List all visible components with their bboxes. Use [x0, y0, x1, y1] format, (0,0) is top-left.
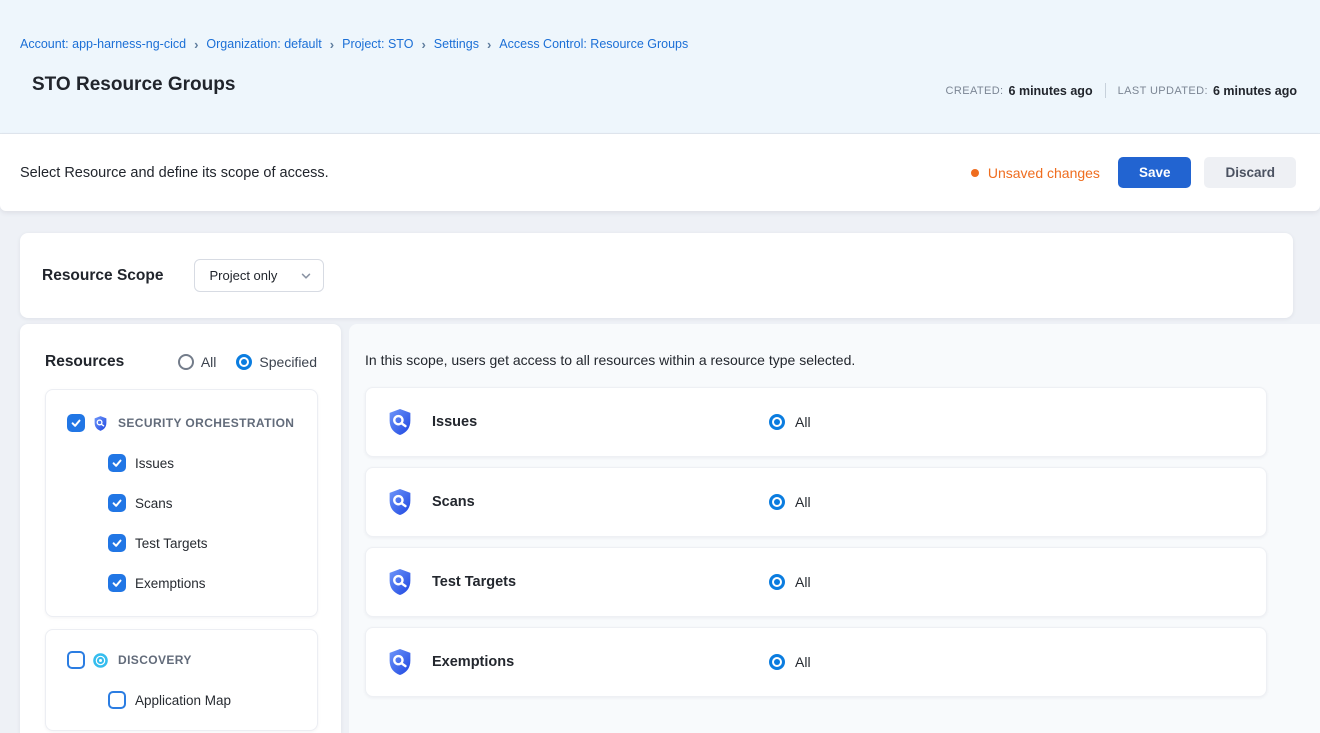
access-radio-all[interactable]: All — [769, 654, 811, 670]
application-map-checkbox[interactable] — [108, 691, 126, 709]
radio-specified-label: Specified — [259, 354, 317, 370]
sto-shield-icon — [92, 415, 109, 432]
resource-scope-label: Resource Scope — [42, 267, 163, 285]
resource-item-label: Test Targets — [135, 536, 208, 551]
sto-shield-icon — [385, 567, 415, 597]
access-radio-label: All — [795, 494, 811, 510]
unsaved-changes-dot-icon — [971, 169, 979, 177]
unsaved-changes-text: Unsaved changes — [988, 165, 1100, 181]
exemptions-checkbox[interactable] — [108, 574, 126, 592]
resource-scope-card: Resource Scope Project only — [20, 233, 1293, 318]
access-radio-label: All — [795, 414, 811, 430]
breadcrumb-link-project[interactable]: Project: STO — [342, 37, 413, 51]
breadcrumb-separator-icon: › — [194, 38, 198, 51]
radio-selected-icon[interactable] — [769, 574, 785, 590]
breadcrumb-link-account[interactable]: Account: app-harness-ng-cicd — [20, 37, 186, 51]
resource-item-exemptions: Exemptions — [108, 563, 309, 603]
resources-panel: Resources All Specified SECURITY ORCHEST… — [20, 324, 341, 733]
resource-item-label: Issues — [135, 456, 174, 471]
resources-panel-header: Resources All Specified — [20, 324, 341, 371]
resources-mode-radio-group: All Specified — [178, 354, 317, 370]
last-updated-value: 6 minutes ago — [1213, 84, 1297, 98]
breadcrumb-separator-icon: › — [330, 38, 334, 51]
resource-access-area: In this scope, users get access to all r… — [349, 324, 1320, 733]
access-radio-all[interactable]: All — [769, 574, 811, 590]
access-card-title: Test Targets — [432, 574, 516, 590]
resource-item-scans: Scans — [108, 483, 309, 523]
access-radio-label: All — [795, 574, 811, 590]
chevron-down-icon — [300, 270, 312, 282]
discovery-checkbox[interactable] — [67, 651, 85, 669]
toolbar-description: Select Resource and define its scope of … — [20, 165, 329, 181]
resources-title: Resources — [45, 353, 124, 371]
access-card-title: Issues — [432, 414, 477, 430]
access-radio-all[interactable]: All — [769, 494, 811, 510]
sto-shield-icon — [385, 647, 415, 677]
created-updated-meta: CREATED: 6 minutes ago LAST UPDATED: 6 m… — [946, 83, 1297, 98]
resource-item-label: Scans — [135, 496, 173, 511]
group-label: DISCOVERY — [118, 653, 192, 667]
breadcrumb-link-settings[interactable]: Settings — [434, 37, 479, 51]
scans-checkbox[interactable] — [108, 494, 126, 512]
toolbar-actions: Unsaved changes Save Discard — [971, 157, 1296, 188]
discard-button[interactable]: Discard — [1204, 157, 1296, 188]
created-value: 6 minutes ago — [1009, 84, 1093, 98]
group-row: SECURITY ORCHESTRATION — [67, 403, 309, 443]
resource-group-discovery: DISCOVERY Application Map — [45, 629, 318, 731]
access-radio-label: All — [795, 654, 811, 670]
access-card-title: Scans — [432, 494, 475, 510]
group-row: DISCOVERY — [67, 640, 309, 680]
access-card-title: Exemptions — [432, 654, 514, 670]
save-button[interactable]: Save — [1118, 157, 1192, 188]
resource-item-label: Application Map — [135, 693, 231, 708]
resource-item-label: Exemptions — [135, 576, 206, 591]
breadcrumb-separator-icon: › — [421, 38, 425, 51]
sto-shield-icon — [385, 407, 415, 437]
access-radio-all[interactable]: All — [769, 414, 811, 430]
access-card-exemptions: Exemptions All — [365, 627, 1267, 697]
breadcrumb-link-organization[interactable]: Organization: default — [206, 37, 321, 51]
radio-option-all[interactable]: All — [178, 354, 217, 370]
resource-item-issues: Issues — [108, 443, 309, 483]
breadcrumb-link-access-control[interactable]: Access Control: Resource Groups — [499, 37, 688, 51]
radio-specified-icon[interactable] — [236, 354, 252, 370]
resource-item-test-targets: Test Targets — [108, 523, 309, 563]
access-card-scans: Scans All — [365, 467, 1267, 537]
breadcrumb-separator-icon: › — [487, 38, 491, 51]
last-updated-label: LAST UPDATED: — [1118, 85, 1208, 97]
page-header: Account: app-harness-ng-cicd › Organizat… — [0, 0, 1320, 134]
discovery-icon — [92, 652, 109, 669]
resource-scope-dropdown[interactable]: Project only — [194, 259, 324, 292]
created-label: CREATED: — [946, 85, 1004, 97]
security-orchestration-checkbox[interactable] — [67, 414, 85, 432]
resource-scope-selected-value: Project only — [209, 268, 277, 283]
radio-all-icon[interactable] — [178, 354, 194, 370]
action-toolbar: Select Resource and define its scope of … — [0, 134, 1320, 211]
radio-all-label: All — [201, 354, 217, 370]
radio-option-specified[interactable]: Specified — [236, 354, 317, 370]
resource-access-cards: Issues All Scans All Test Targets — [365, 387, 1267, 697]
radio-selected-icon[interactable] — [769, 494, 785, 510]
resource-group-security-orchestration: SECURITY ORCHESTRATION Issues Scans Test… — [45, 389, 318, 617]
sto-shield-icon — [385, 487, 415, 517]
issues-checkbox[interactable] — [108, 454, 126, 472]
test-targets-checkbox[interactable] — [108, 534, 126, 552]
scope-description: In this scope, users get access to all r… — [349, 324, 1320, 368]
resource-item-application-map: Application Map — [108, 680, 309, 720]
page-title: STO Resource Groups — [32, 74, 235, 96]
breadcrumb: Account: app-harness-ng-cicd › Organizat… — [20, 37, 688, 51]
radio-selected-icon[interactable] — [769, 654, 785, 670]
access-card-issues: Issues All — [365, 387, 1267, 457]
group-label: SECURITY ORCHESTRATION — [118, 416, 294, 430]
radio-selected-icon[interactable] — [769, 414, 785, 430]
meta-divider — [1105, 83, 1106, 98]
access-card-test-targets: Test Targets All — [365, 547, 1267, 617]
